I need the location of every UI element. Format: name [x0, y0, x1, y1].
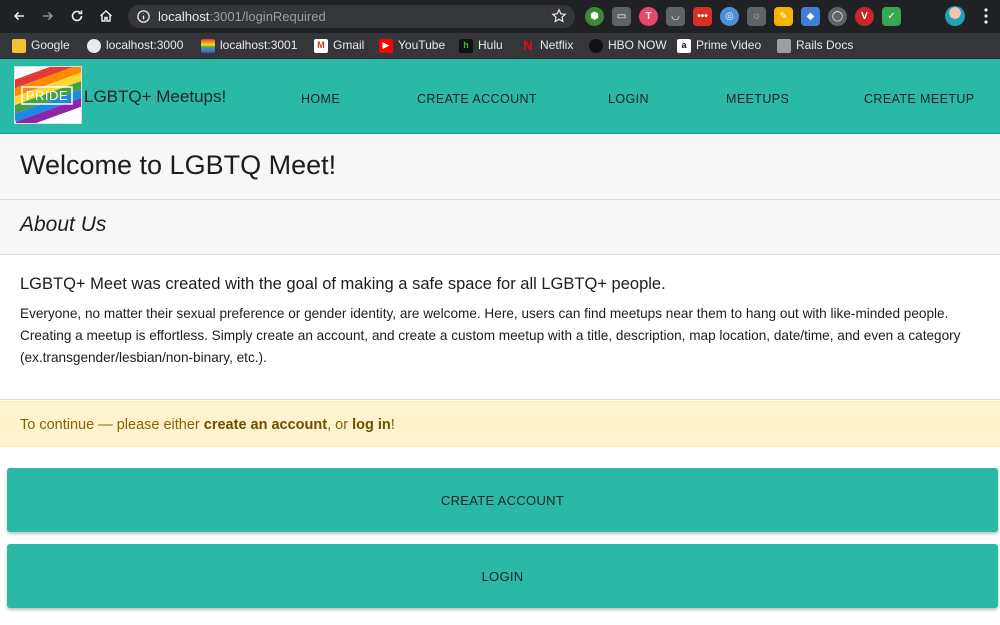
logo-text: PRIDE — [25, 88, 69, 103]
gmail-icon: M — [314, 38, 328, 53]
alert-message: To continue — please either create an ac… — [20, 417, 395, 433]
login-button[interactable]: LOGIN — [7, 544, 998, 608]
globe-extension-icon[interactable]: ◎ — [720, 7, 739, 26]
back-icon[interactable] — [9, 6, 29, 26]
pocket-extension-icon[interactable]: ◡ — [666, 7, 685, 26]
t-extension-icon[interactable]: T — [639, 7, 658, 26]
about-lead: LGBTQ+ Meet was created with the goal of… — [20, 275, 666, 293]
amazon-icon: a — [677, 38, 691, 53]
info-icon[interactable] — [136, 9, 151, 24]
bookmark-gmail[interactable]: M Gmail — [314, 38, 364, 53]
bookmark-netflix[interactable]: N Netflix — [521, 38, 573, 53]
welcome-section: Welcome to LGBTQ Meet! — [0, 134, 1000, 200]
folder-icon — [777, 38, 791, 53]
nav-create-meetup[interactable]: CREATE MEETUP — [864, 92, 975, 106]
diamond-extension-icon[interactable]: ◆ — [801, 7, 820, 26]
extensions-bar: ⬢ ▭ T ◡ ••• ◎ ◌ ✎ ◆ ◯ V ✓ — [585, 7, 901, 26]
bookmark-hulu[interactable]: h Hulu — [459, 38, 503, 53]
bookmark-localhost-3001[interactable]: localhost:3001 — [201, 38, 297, 53]
profile-avatar[interactable] — [945, 6, 965, 26]
nodejs-extension-icon[interactable]: ⬢ — [585, 7, 604, 26]
folder-icon — [12, 38, 26, 53]
brand-name[interactable]: LGBTQ+ Meetups! — [84, 87, 226, 107]
pride-logo[interactable]: PRIDE — [14, 66, 82, 124]
browser-toolbar: localhost:3001/loginRequired ⬢ ▭ T ◡ •••… — [0, 0, 1000, 33]
bookmark-youtube[interactable]: ▶ YouTube — [379, 38, 445, 53]
bookmark-google[interactable]: Google — [12, 38, 70, 53]
create-account-button[interactable]: CREATE ACCOUNT — [7, 468, 998, 532]
bookmark-rails-docs[interactable]: Rails Docs — [777, 38, 853, 53]
globe-icon — [87, 38, 101, 53]
site-navbar: PRIDE LGBTQ+ Meetups! HOME CREATE ACCOUN… — [0, 59, 1000, 134]
rainbow-heart-icon — [201, 38, 215, 53]
nav-meetups[interactable]: MEETUPS — [726, 92, 789, 106]
about-heading: About Us — [20, 213, 107, 236]
page-title: Welcome to LGBTQ Meet! — [20, 150, 337, 180]
about-body: LGBTQ+ Meet was created with the goal of… — [0, 255, 1000, 400]
nav-login[interactable]: LOGIN — [608, 92, 649, 106]
netflix-icon: N — [523, 38, 533, 53]
about-description: Everyone, no matter their sexual prefere… — [20, 306, 961, 365]
hulu-icon: h — [459, 38, 473, 53]
menu-icon[interactable] — [978, 7, 994, 25]
bookmark-localhost-3000[interactable]: localhost:3000 — [87, 38, 183, 53]
url-text: localhost:3001/loginRequired — [158, 9, 326, 24]
nav-home[interactable]: HOME — [301, 92, 340, 106]
forward-icon[interactable] — [38, 6, 58, 26]
vpn-extension-icon[interactable]: V — [855, 7, 874, 26]
address-bar[interactable]: localhost:3001/loginRequired — [128, 5, 575, 28]
hbo-icon — [589, 38, 603, 53]
shield-extension-icon[interactable]: ✓ — [882, 7, 901, 26]
reload-icon[interactable] — [67, 6, 87, 26]
login-required-alert: To continue — please either create an ac… — [0, 401, 1000, 447]
home-icon[interactable] — [96, 6, 116, 26]
tab-extension-icon[interactable]: ▭ — [612, 7, 631, 26]
bulb-extension-icon[interactable]: ◌ — [747, 7, 766, 26]
youtube-icon: ▶ — [379, 38, 393, 53]
star-icon[interactable] — [551, 8, 567, 24]
bookmark-hbo-now[interactable]: HBO NOW — [589, 38, 667, 53]
alert-login-link[interactable]: log in — [352, 417, 391, 433]
dots-extension-icon[interactable]: ••• — [693, 7, 712, 26]
chat-extension-icon[interactable]: ◯ — [828, 7, 847, 26]
note-extension-icon[interactable]: ✎ — [774, 7, 793, 26]
bookmarks-bar: Google localhost:3000 localhost:3001 M G… — [0, 33, 1000, 59]
bookmark-prime-video[interactable]: a Prime Video — [677, 38, 761, 53]
nav-create-account[interactable]: CREATE ACCOUNT — [417, 92, 537, 106]
about-header: About Us — [0, 200, 1000, 255]
alert-create-account-link[interactable]: create an account — [204, 417, 327, 433]
